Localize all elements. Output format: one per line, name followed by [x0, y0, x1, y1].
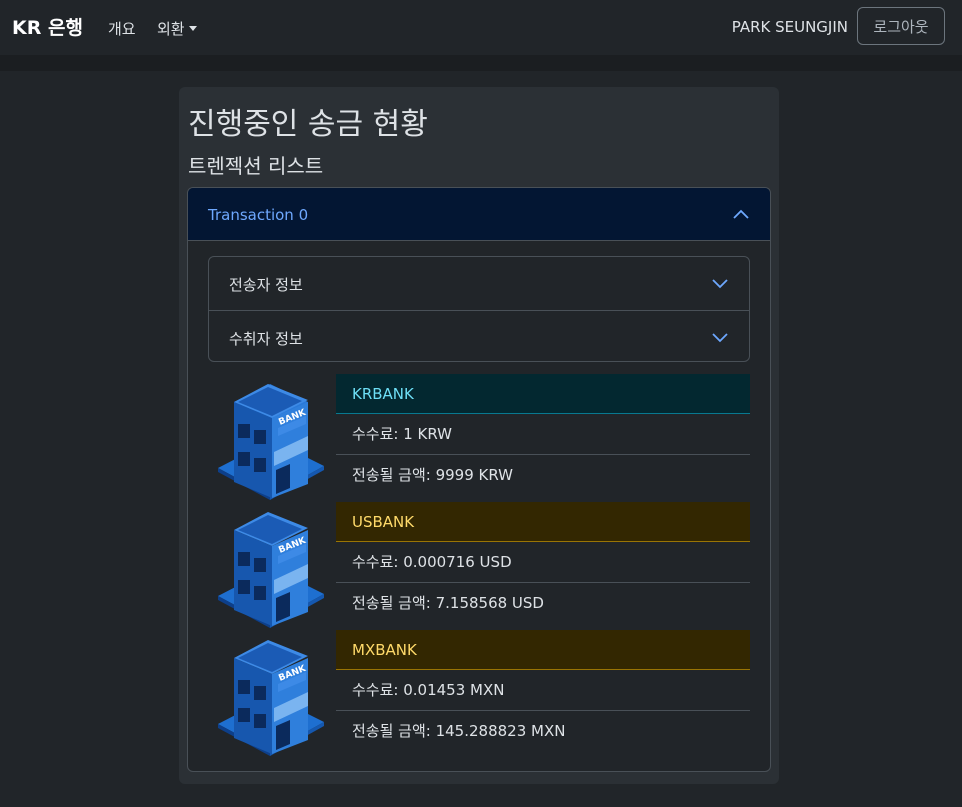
- navbar: KR 은행 개요 외환 PARK SEUNGJIN 로그아웃: [0, 0, 962, 55]
- chevron-down-icon: [712, 333, 728, 343]
- bank-fee: 수수료: 0.01453 MXN: [336, 670, 750, 711]
- transaction-accordion: Transaction 0 전송자 정보 수취자 정보 BANK KRBANK …: [187, 187, 771, 772]
- chevron-up-icon: [733, 209, 749, 219]
- bank-name: MXBANK: [336, 630, 750, 670]
- bank-fee: 수수료: 0.000716 USD: [336, 542, 750, 583]
- bank-amount: 전송될 금액: 7.158568 USD: [352, 594, 544, 612]
- bank-building-icon: BANK: [218, 512, 324, 628]
- bank-building-icon: BANK: [218, 640, 324, 756]
- nav-link-overview[interactable]: 개요: [108, 18, 136, 39]
- transaction-header[interactable]: Transaction 0: [188, 188, 770, 241]
- bank-block-kr: BANK KRBANK 수수료: 1 KRW 전송될 금액: 9999 KRW: [188, 374, 770, 502]
- chevron-down-icon: [712, 279, 728, 289]
- sender-info-toggle[interactable]: 전송자 정보: [209, 257, 749, 309]
- page-subtitle: 트렌젝션 리스트: [188, 154, 324, 178]
- caret-down-icon: [188, 26, 197, 31]
- nav-link-fx-dropdown[interactable]: 외환: [157, 18, 197, 39]
- bank-detail-list: KRBANK 수수료: 1 KRW 전송될 금액: 9999 KRW: [336, 374, 750, 496]
- receiver-info-toggle[interactable]: 수취자 정보: [209, 310, 749, 361]
- receiver-info-label: 수취자 정보: [229, 330, 303, 348]
- nav-link-fx-label: 외환: [157, 20, 185, 38]
- bank-name: KRBANK: [336, 374, 750, 414]
- bank-amount: 전송될 금액: 145.288823 MXN: [352, 722, 566, 740]
- bank-name: USBANK: [336, 502, 750, 542]
- transaction-header-label: Transaction 0: [208, 206, 309, 224]
- bank-detail-list: USBANK 수수료: 0.000716 USD 전송될 금액: 7.15856…: [336, 502, 750, 624]
- logout-button[interactable]: 로그아웃: [857, 7, 945, 45]
- transfer-status-card: 진행중인 송금 현황 트렌젝션 리스트 Transaction 0 전송자 정보…: [179, 87, 779, 784]
- bank-block-us: BANK USBANK 수수료: 0.000716 USD 전송될 금액: 7.…: [188, 502, 770, 630]
- bank-amount: 전송될 금액: 9999 KRW: [352, 466, 514, 484]
- bank-fee: 수수료: 1 KRW: [336, 414, 750, 455]
- brand-logo[interactable]: KR 은행: [12, 13, 83, 40]
- sender-info-label: 전송자 정보: [229, 276, 303, 294]
- party-info-accordion: 전송자 정보 수취자 정보: [208, 256, 750, 362]
- bank-detail-list: MXBANK 수수료: 0.01453 MXN 전송될 금액: 145.2888…: [336, 630, 750, 752]
- bank-block-mx: BANK MXBANK 수수료: 0.01453 MXN 전송될 금액: 145…: [188, 630, 770, 758]
- user-name: PARK SEUNGJIN: [731, 18, 848, 36]
- page-title: 진행중인 송금 현황: [188, 107, 428, 142]
- bank-building-icon: BANK: [218, 384, 324, 500]
